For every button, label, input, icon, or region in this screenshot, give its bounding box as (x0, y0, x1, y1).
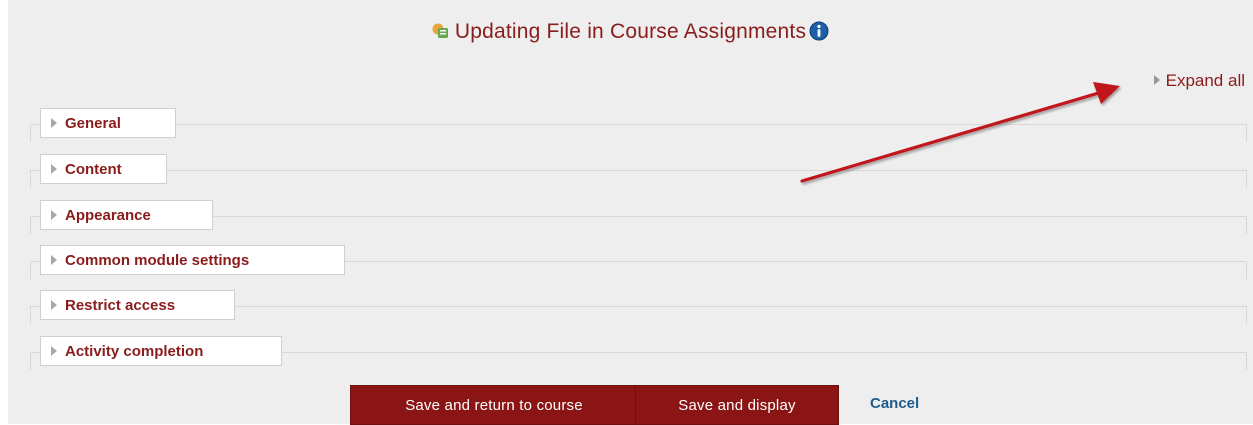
triangle-right-icon (51, 255, 57, 265)
section-label: Common module settings (65, 251, 250, 269)
section-general: General (30, 108, 1247, 142)
file-module-icon (432, 19, 449, 38)
info-icon[interactable] (809, 21, 829, 41)
triangle-right-icon (1153, 75, 1160, 85)
page-heading: Updating File in Course Assignments (8, 18, 1253, 46)
section-toggle-common-module-settings[interactable]: Common module settings (40, 245, 345, 275)
triangle-right-icon (51, 118, 57, 128)
expand-all-link[interactable]: Expand all (1153, 71, 1245, 91)
section-label: General (65, 114, 121, 132)
triangle-right-icon (51, 210, 57, 220)
triangle-right-icon (51, 346, 57, 356)
section-activity-completion: Activity completion (30, 336, 1247, 370)
section-common-module-settings: Common module settings (30, 245, 1247, 279)
expand-all-label: Expand all (1165, 71, 1245, 90)
section-toggle-restrict-access[interactable]: Restrict access (40, 290, 235, 320)
triangle-right-icon (51, 300, 57, 310)
save-and-return-button[interactable]: Save and return to course (350, 385, 638, 425)
section-label: Content (65, 160, 122, 178)
form-container: Updating File in Course Assignments Expa… (8, 0, 1253, 425)
section-restrict-access: Restrict access (30, 290, 1247, 324)
section-appearance: Appearance (30, 200, 1247, 234)
section-toggle-appearance[interactable]: Appearance (40, 200, 213, 230)
section-content: Content (30, 154, 1247, 188)
save-and-display-button[interactable]: Save and display (635, 385, 839, 425)
page-title: Updating File in Course Assignments (454, 20, 807, 43)
triangle-right-icon (51, 164, 57, 174)
form-actions: Save and return to course Save and displ… (8, 385, 1253, 425)
cancel-link[interactable]: Cancel (870, 395, 919, 412)
section-toggle-content[interactable]: Content (40, 154, 167, 184)
section-label: Activity completion (65, 342, 204, 360)
section-label: Appearance (65, 206, 151, 224)
section-toggle-general[interactable]: General (40, 108, 176, 138)
section-label: Restrict access (65, 296, 176, 314)
section-toggle-activity-completion[interactable]: Activity completion (40, 336, 282, 366)
